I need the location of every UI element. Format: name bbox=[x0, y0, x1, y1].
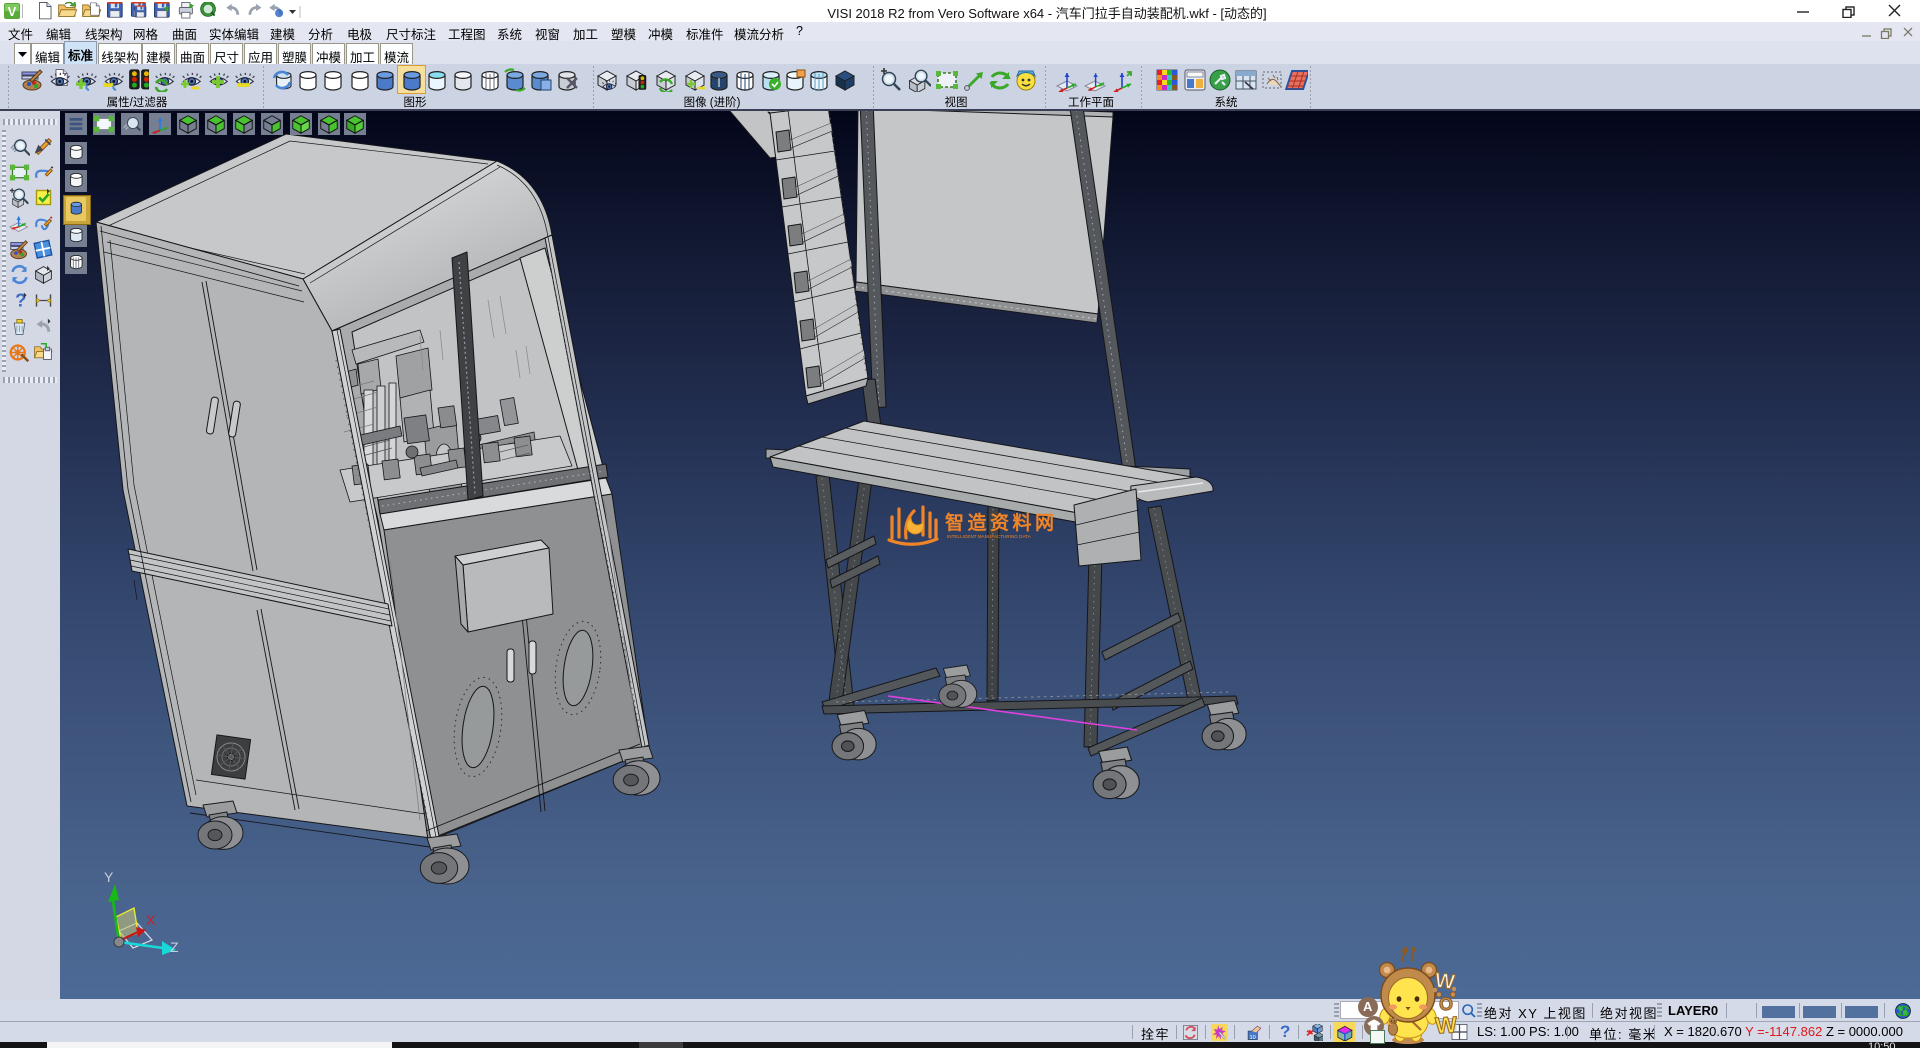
svg-text:Z: Z bbox=[170, 939, 179, 955]
svg-text:10: 10 bbox=[1250, 1035, 1256, 1041]
svg-text:V: V bbox=[8, 4, 17, 19]
svg-text:?: ? bbox=[15, 290, 26, 311]
svg-text:智造资料网: 智造资料网 bbox=[945, 511, 1058, 534]
svg-text:Y: Y bbox=[104, 869, 114, 885]
svg-text:X: X bbox=[146, 912, 156, 928]
svg-text:INTELLIGENT MANUFACTURING DATA: INTELLIGENT MANUFACTURING DATA bbox=[947, 534, 1032, 539]
svg-text:W: W bbox=[1434, 1011, 1457, 1038]
